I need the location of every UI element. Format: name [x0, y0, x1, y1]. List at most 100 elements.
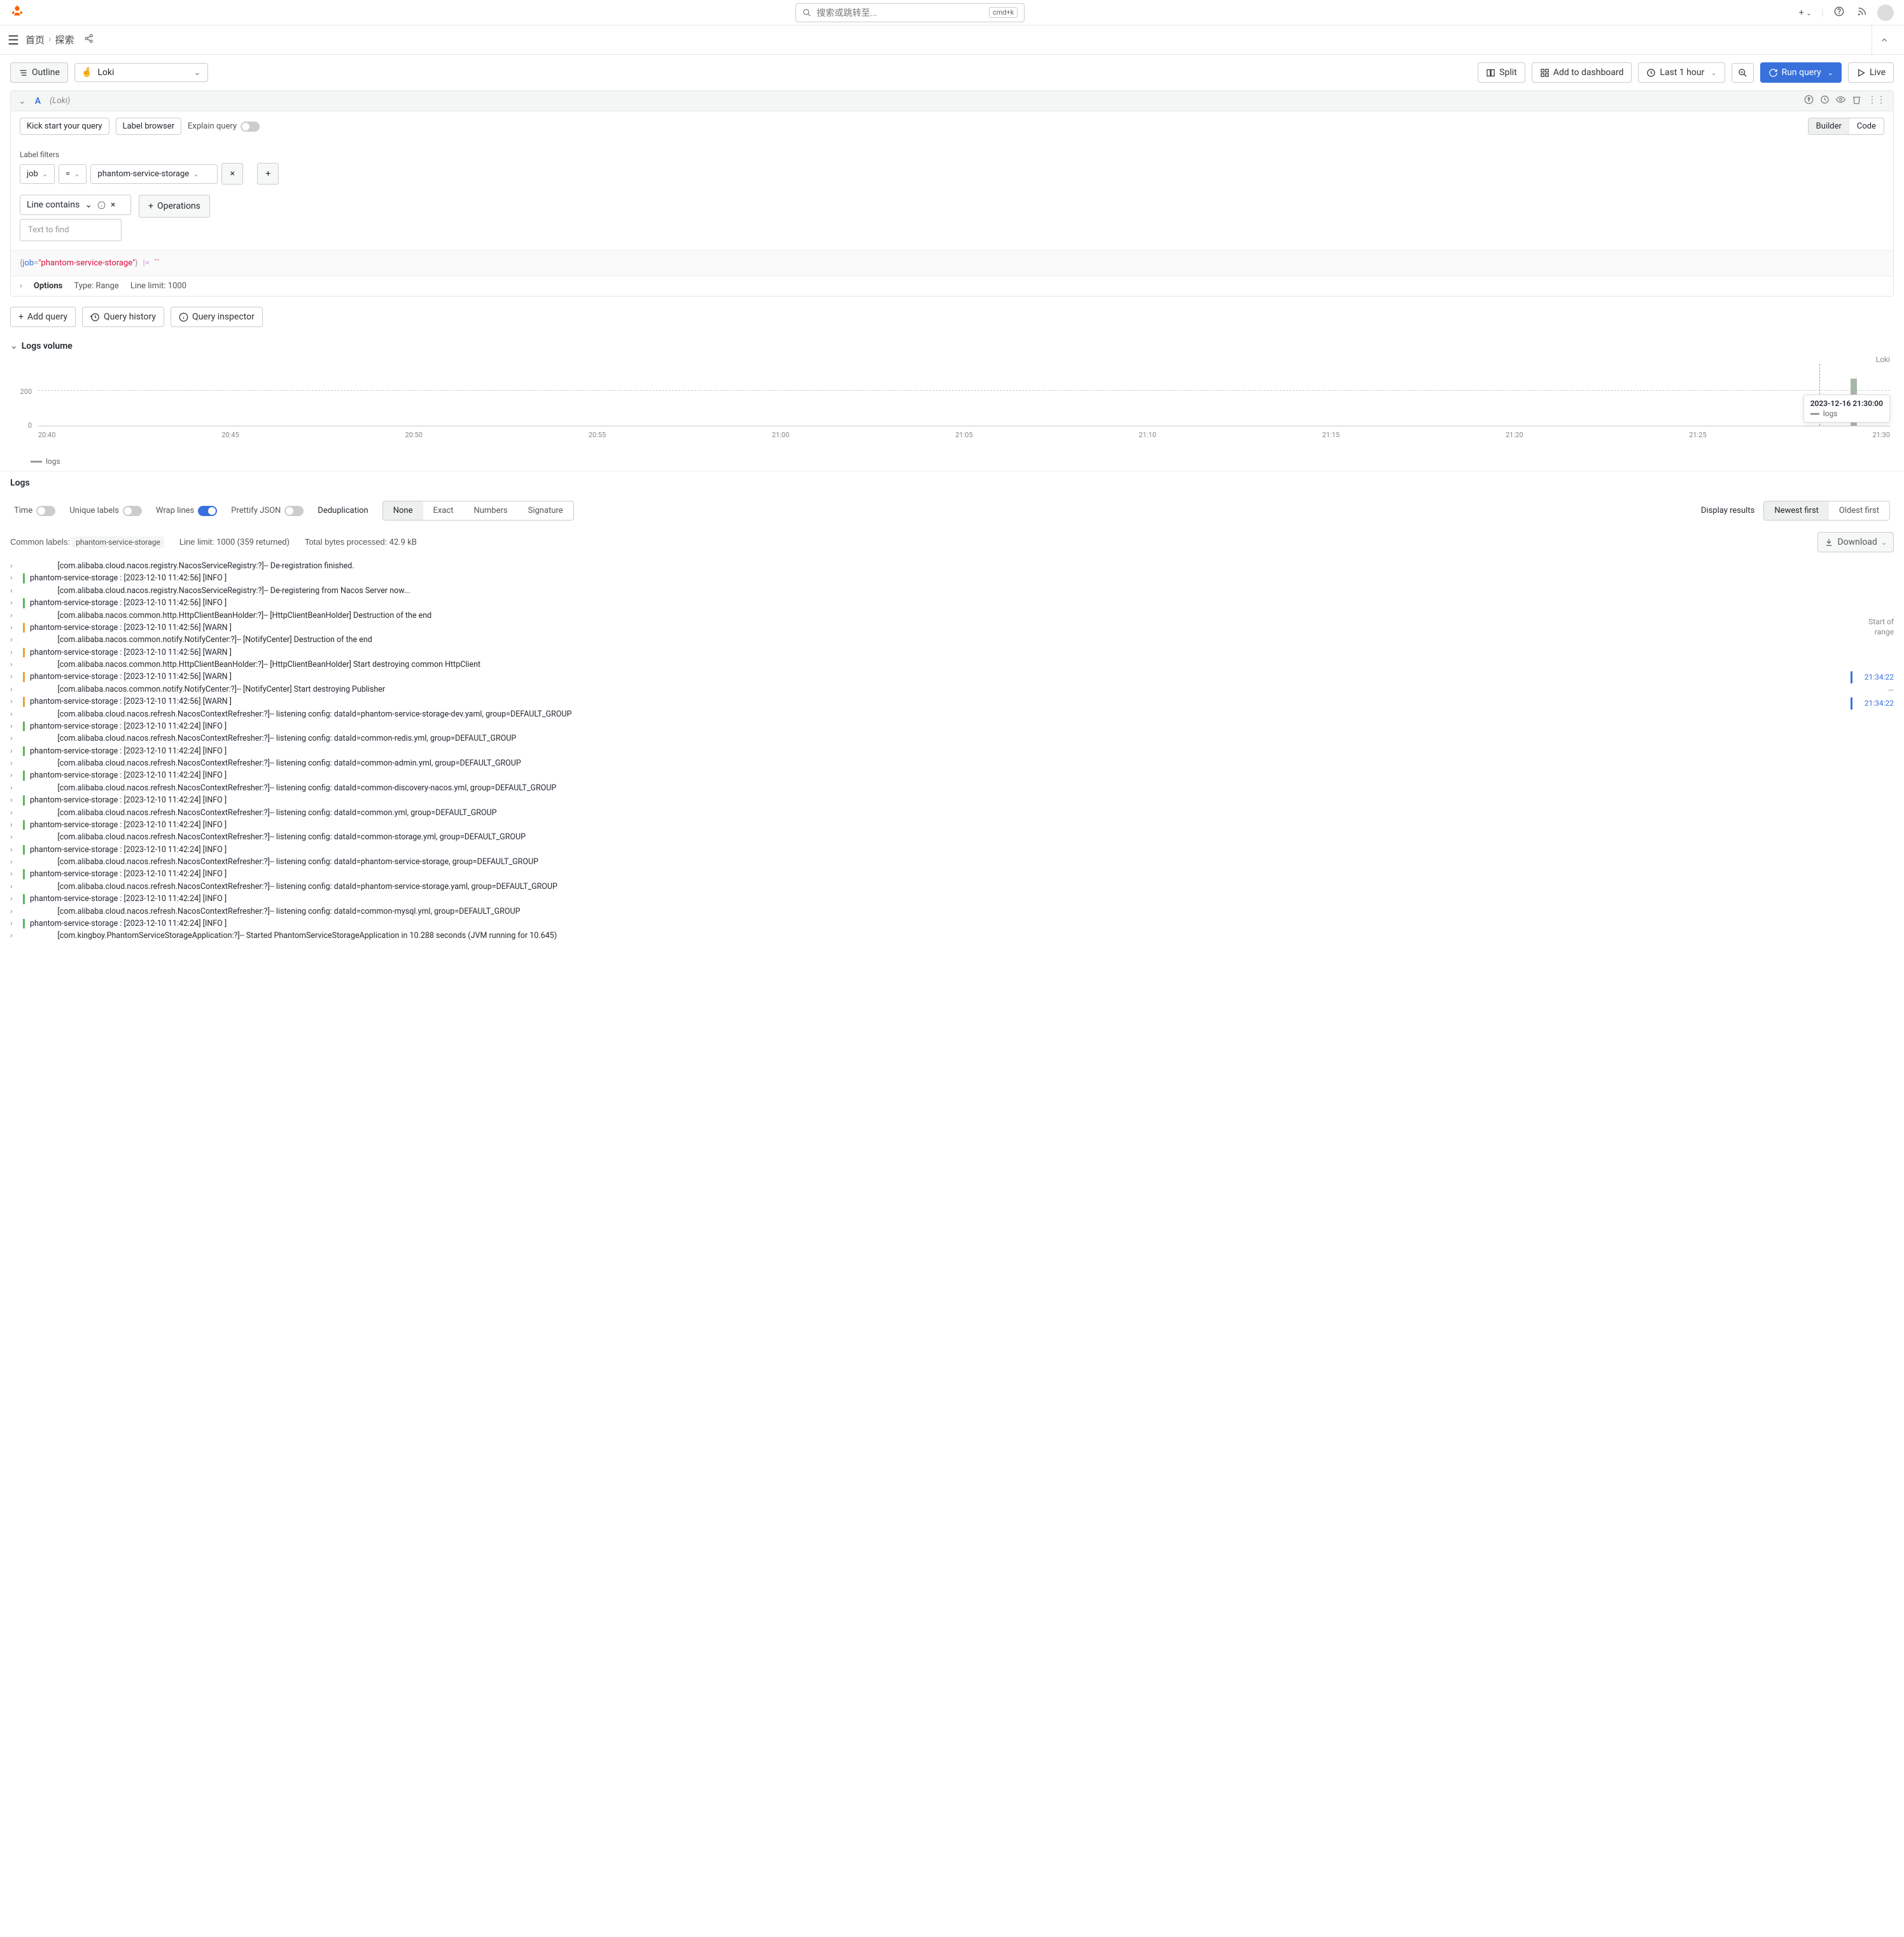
breadcrumb-explore[interactable]: 探索 — [55, 33, 74, 46]
log-row[interactable]: ›phantom-service-storage : [2023-12-10 1… — [10, 844, 1844, 856]
menu-icon[interactable]: ☰ — [8, 32, 19, 48]
expand-icon[interactable]: › — [10, 572, 18, 584]
expand-icon[interactable]: › — [10, 868, 18, 880]
expand-icon[interactable]: › — [10, 585, 18, 597]
unique-labels-toggle[interactable]: Unique labels — [69, 506, 142, 516]
log-row[interactable]: › [com.alibaba.cloud.nacos.refresh.Nacos… — [10, 831, 1844, 843]
expand-icon[interactable]: › — [10, 720, 18, 732]
log-row[interactable]: › [com.alibaba.nacos.common.notify.Notif… — [10, 634, 1844, 646]
outline-button[interactable]: Outline — [10, 62, 68, 83]
expand-icon[interactable]: › — [10, 610, 18, 622]
code-tab[interactable]: Code — [1849, 118, 1884, 134]
chevron-right-icon[interactable]: › — [20, 281, 22, 291]
filter-op-select[interactable]: =⌄ — [59, 164, 87, 184]
log-row[interactable]: ›phantom-service-storage : [2023-12-10 1… — [10, 671, 1844, 683]
logs-volume-header[interactable]: ⌄ Logs volume — [0, 337, 1904, 355]
expand-icon[interactable]: › — [10, 683, 18, 696]
drag-handle-icon[interactable]: ⋮⋮ — [1868, 95, 1886, 107]
expand-icon[interactable]: › — [10, 708, 18, 720]
expand-icon[interactable]: › — [10, 807, 18, 819]
line-contains-operation[interactable]: Line contains ⌄ × — [20, 195, 131, 215]
history-icon[interactable] — [1820, 95, 1830, 107]
live-button[interactable]: Live — [1848, 62, 1894, 83]
expand-icon[interactable]: › — [10, 782, 18, 794]
options-label[interactable]: Options — [34, 281, 62, 291]
expand-icon[interactable]: › — [10, 769, 18, 781]
timeline-tick[interactable]: 21:34:22 — [1851, 697, 1894, 710]
wrap-lines-toggle[interactable]: Wrap lines — [156, 506, 217, 516]
time-range-picker[interactable]: Last 1 hour ⌄ — [1638, 62, 1725, 83]
expand-icon[interactable]: › — [10, 893, 18, 905]
log-row[interactable]: ›phantom-service-storage : [2023-12-10 1… — [10, 622, 1844, 634]
prettify-json-toggle[interactable]: Prettify JSON — [231, 506, 304, 516]
expand-icon[interactable]: › — [10, 745, 18, 757]
expand-icon[interactable]: › — [10, 671, 18, 683]
log-row[interactable]: › [com.alibaba.cloud.nacos.refresh.Nacos… — [10, 732, 1844, 745]
run-query-button[interactable]: Run query ⌄ — [1760, 62, 1842, 83]
add-filter-button[interactable]: + — [257, 163, 279, 185]
log-row[interactable]: › [com.alibaba.cloud.nacos.refresh.Nacos… — [10, 856, 1844, 868]
log-row[interactable]: ›phantom-service-storage : [2023-12-10 1… — [10, 918, 1844, 930]
grafana-logo-icon[interactable] — [10, 4, 24, 21]
add-operations-button[interactable]: +Operations — [139, 195, 210, 218]
breadcrumb-home[interactable]: 首页 — [25, 33, 45, 46]
expand-icon[interactable]: › — [10, 906, 18, 918]
remove-filter-button[interactable]: × — [221, 163, 243, 185]
builder-tab[interactable]: Builder — [1809, 118, 1849, 134]
log-row[interactable]: › [com.alibaba.nacos.common.http.HttpCli… — [10, 659, 1844, 671]
expand-icon[interactable]: › — [10, 696, 18, 708]
filter-value-select[interactable]: phantom-service-storage⌄ — [90, 164, 218, 184]
logs-volume-chart[interactable]: Loki 200 0 20:4020:4520:5020:5521:0021:0… — [10, 355, 1894, 444]
news-icon[interactable] — [1854, 4, 1870, 22]
log-row[interactable]: ›phantom-service-storage : [2023-12-10 1… — [10, 720, 1844, 732]
help-icon[interactable]: ? — [1804, 95, 1814, 107]
expand-icon[interactable]: › — [10, 659, 18, 671]
expand-icon[interactable]: › — [10, 757, 18, 769]
log-row[interactable]: › [com.alibaba.cloud.nacos.refresh.Nacos… — [10, 906, 1844, 918]
oldest-first[interactable]: Oldest first — [1829, 501, 1889, 520]
expand-icon[interactable]: › — [10, 622, 18, 634]
log-row[interactable]: ›phantom-service-storage : [2023-12-10 1… — [10, 647, 1844, 659]
trash-icon[interactable] — [1852, 95, 1861, 107]
expand-icon[interactable]: › — [10, 597, 18, 609]
log-row[interactable]: › [com.alibaba.cloud.nacos.refresh.Nacos… — [10, 807, 1844, 819]
split-button[interactable]: Split — [1478, 62, 1525, 83]
expand-icon[interactable]: › — [10, 918, 18, 930]
expand-icon[interactable]: › — [10, 732, 18, 745]
add-query-button[interactable]: + Add query — [10, 307, 76, 327]
dedup-exact[interactable]: Exact — [423, 501, 464, 520]
log-row[interactable]: ›phantom-service-storage : [2023-12-10 1… — [10, 893, 1844, 905]
log-row[interactable]: › [com.alibaba.nacos.common.http.HttpCli… — [10, 610, 1844, 622]
log-row[interactable]: ›phantom-service-storage : [2023-12-10 1… — [10, 745, 1844, 757]
expand-icon[interactable]: › — [10, 794, 18, 806]
expand-icon[interactable]: › — [10, 634, 18, 646]
newest-first[interactable]: Newest first — [1764, 501, 1829, 520]
collapse-panel-icon[interactable] — [1872, 25, 1896, 54]
chevron-down-icon[interactable]: ⌄ — [18, 96, 26, 106]
expand-icon[interactable]: › — [10, 831, 18, 843]
expand-icon[interactable]: › — [10, 647, 18, 659]
query-history-button[interactable]: Query history — [82, 307, 164, 327]
expand-icon[interactable]: › — [10, 844, 18, 856]
eye-icon[interactable] — [1836, 95, 1845, 107]
log-row[interactable]: ›phantom-service-storage : [2023-12-10 1… — [10, 572, 1844, 584]
download-button[interactable]: Download ⌄ — [1817, 532, 1894, 552]
timeline-tick[interactable]: 21:34:22 — [1851, 671, 1894, 683]
dedup-signature[interactable]: Signature — [518, 501, 573, 520]
expand-icon[interactable]: › — [10, 856, 18, 868]
user-avatar[interactable] — [1877, 4, 1894, 21]
expand-icon[interactable]: › — [10, 881, 18, 893]
global-search-input[interactable]: 搜索或跳转至... cmd+k — [795, 3, 1025, 22]
log-row[interactable]: › [com.kingboy.PhantomServiceStorageAppl… — [10, 930, 1844, 942]
log-row[interactable]: › [com.alibaba.cloud.nacos.registry.Naco… — [10, 585, 1844, 597]
filter-key-select[interactable]: job⌄ — [20, 164, 55, 184]
log-row[interactable]: › [com.alibaba.cloud.nacos.registry.Naco… — [10, 560, 1844, 572]
dedup-numbers[interactable]: Numbers — [463, 501, 517, 520]
zoom-out-button[interactable] — [1732, 63, 1754, 83]
label-browser-button[interactable]: Label browser — [116, 118, 181, 135]
datasource-picker[interactable]: 🤞 Loki ⌄ — [74, 63, 208, 82]
expand-icon[interactable]: › — [10, 560, 18, 572]
info-icon[interactable] — [97, 201, 106, 209]
log-row[interactable]: › [com.alibaba.cloud.nacos.refresh.Nacos… — [10, 708, 1844, 720]
log-row[interactable]: ›phantom-service-storage : [2023-12-10 1… — [10, 597, 1844, 609]
